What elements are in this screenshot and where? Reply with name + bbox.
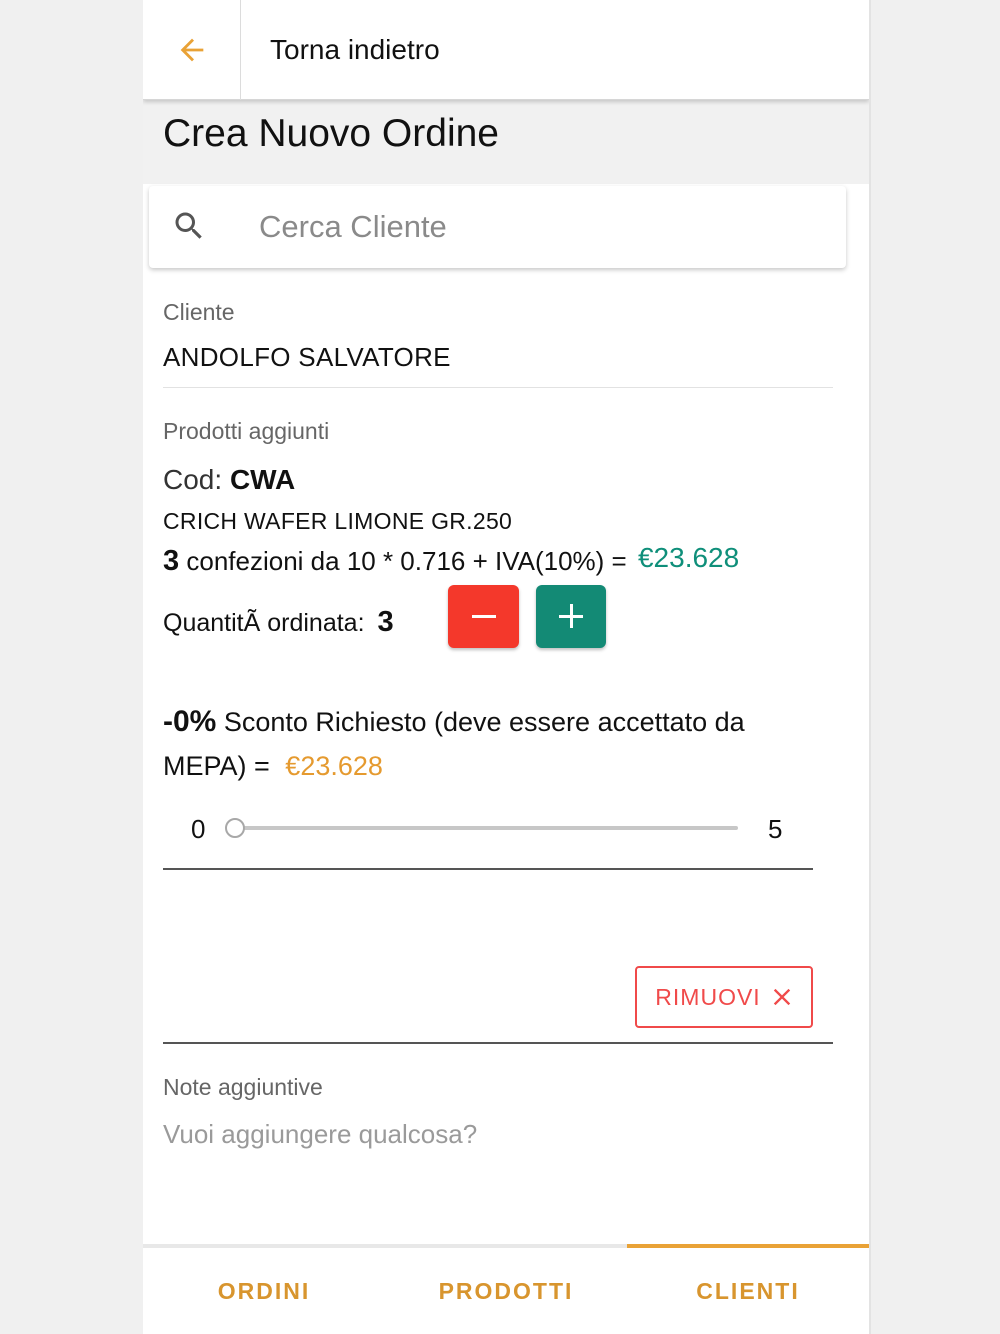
slider-max-label: 5	[768, 814, 783, 844]
discounted-total: €23.628	[285, 751, 383, 781]
client-label: Cliente	[163, 299, 235, 325]
discount-slider-track[interactable]	[238, 826, 738, 830]
notes-input[interactable]	[163, 1114, 823, 1154]
discount-description: Sconto Richiesto (deve essere accettato …	[163, 707, 745, 781]
notes-label: Note aggiuntive	[163, 1074, 323, 1100]
discount-text-block: -0% Sconto Richiesto (deve essere accett…	[163, 700, 813, 788]
discount-slider-thumb[interactable]	[225, 818, 245, 838]
product-code: Cod: CWA	[163, 464, 295, 496]
nav-tab-ordini[interactable]: ORDINI	[143, 1248, 385, 1334]
quantity-label: QuantitÃ ordinata:	[163, 609, 365, 637]
search-icon	[175, 212, 202, 239]
nav-tab-prodotti[interactable]: PRODOTTI	[385, 1248, 627, 1334]
back-label[interactable]: Torna indietro	[270, 34, 440, 66]
product-total: €23.628	[637, 542, 740, 573]
remove-label: RIMUOVI	[655, 983, 761, 1010]
quantity-row: QuantitÃ ordinata: 3	[163, 606, 394, 639]
bottom-navigation: ORDINI PRODOTTI CLIENTI	[143, 1244, 869, 1334]
product-code-value: CWA	[229, 464, 296, 495]
slider-min-label: 0	[191, 814, 206, 844]
product-name: CRICH WAFER LIMONE GR.250	[163, 508, 513, 534]
quantity-value: 3	[377, 606, 394, 638]
screen-edge	[869, 0, 871, 1334]
product-price-calc: 3 confezioni da 10 * 0.716 + IVA(10%) = …	[163, 542, 740, 578]
divider	[163, 1042, 833, 1044]
back-button[interactable]	[143, 0, 241, 100]
product-code-prefix: Cod:	[163, 464, 223, 495]
client-name: ANDOLFO SALVATORE	[163, 342, 451, 372]
remove-product-button[interactable]: RIMUOVI	[635, 966, 813, 1028]
page-title: Crea Nuovo Ordine	[163, 112, 499, 155]
decrease-quantity-button[interactable]	[448, 585, 519, 648]
discount-percent: -0%	[163, 705, 217, 738]
products-section-label: Prodotti aggiunti	[163, 418, 330, 444]
top-bar: Torna indietro	[143, 0, 869, 100]
nav-tab-clienti[interactable]: CLIENTI	[627, 1244, 869, 1334]
packs-count: 3	[163, 545, 180, 577]
calc-text: confezioni da 10 * 0.716 + IVA(10%) =	[186, 546, 627, 576]
divider	[163, 387, 833, 388]
close-icon	[773, 988, 790, 1006]
title-band: Crea Nuovo Ordine	[143, 100, 869, 184]
search-bar	[149, 186, 846, 268]
app-screen: Torna indietro Crea Nuovo Ordine Cliente…	[143, 0, 869, 1334]
divider	[163, 868, 813, 870]
search-input[interactable]	[259, 204, 819, 250]
increase-quantity-button[interactable]	[536, 585, 606, 648]
arrow-left-icon	[180, 38, 203, 62]
